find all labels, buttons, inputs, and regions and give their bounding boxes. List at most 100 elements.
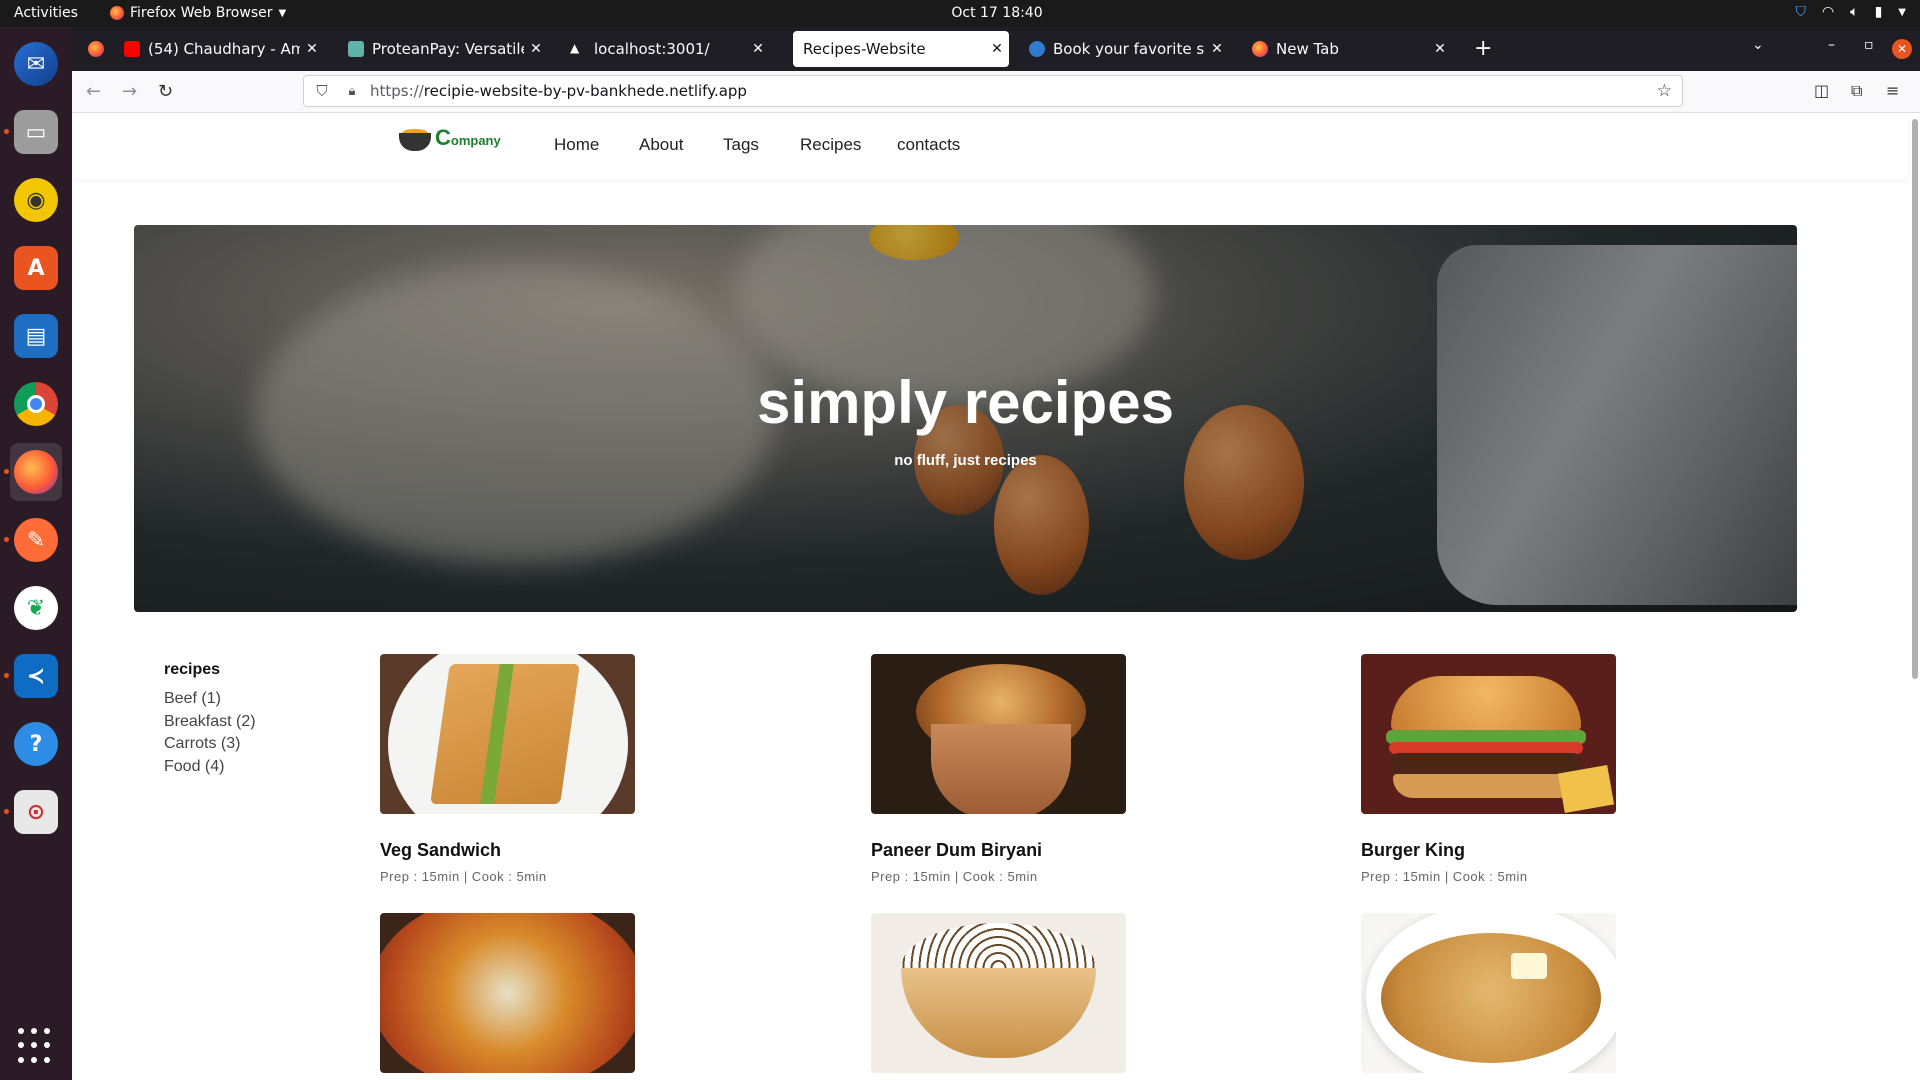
recipe-title[interactable]: Paneer Dum Biryani	[871, 840, 1126, 861]
url-text[interactable]: https://recipie-website-by-pv-bankhede.n…	[370, 82, 747, 100]
shield-icon[interactable]: ⛉	[1795, 4, 1806, 20]
hero-subtitle: no fluff, just recipes	[894, 452, 1037, 469]
system-top-bar: Activities Firefox Web Browser ▼ Oct 17 …	[0, 0, 1920, 27]
wifi-icon: ◠	[1821, 4, 1835, 20]
postman-icon: ✎	[14, 518, 58, 562]
dock-software[interactable]: A	[10, 239, 62, 297]
recipe-image-veg-sandwich[interactable]	[380, 654, 635, 814]
tab-firefox-view[interactable]	[78, 31, 108, 67]
reload-button[interactable]: ↻	[158, 81, 173, 102]
dock-rhythmbox[interactable]: ◉	[10, 171, 62, 229]
dock-postman[interactable]: ✎	[4, 511, 62, 569]
tag-link-beef[interactable]: Beef (1)	[164, 688, 256, 711]
forward-button[interactable]: →	[122, 81, 137, 102]
triangle-icon: ▲	[570, 41, 580, 55]
pocket-icon[interactable]: ◫	[1814, 81, 1829, 100]
tab-recipes-website[interactable]: Recipes-Website ✕	[793, 31, 1009, 67]
recipe-image-paneer-dum-biryani[interactable]	[871, 654, 1126, 814]
page-scrollbar[interactable]	[1912, 119, 1918, 679]
recipe-meta: Prep : 15min | Cook : 5min	[1361, 869, 1528, 884]
tracking-protection-icon[interactable]: ⛉	[314, 82, 330, 100]
dock-writer[interactable]: ▤	[10, 307, 62, 365]
dock-thunderbird[interactable]: ✉	[10, 35, 62, 93]
tab-localhost[interactable]: ▲ localhost:3001/ ✕	[560, 31, 770, 67]
url-bar[interactable]: ⛉ 🔒︎ https://recipie-website-by-pv-bankh…	[303, 75, 1683, 107]
firefox-icon	[88, 41, 104, 57]
url-host: recipie-website-by-pv-bankhede.netlify.a…	[423, 82, 747, 100]
close-icon[interactable]: ✕	[1428, 41, 1452, 57]
tab-youtube[interactable]: (54) Chaudhary - Amit Tri ✕	[114, 31, 324, 67]
nav-home[interactable]: Home	[554, 135, 599, 155]
nav-recipes[interactable]: Recipes	[800, 135, 861, 155]
dock-firefox[interactable]	[4, 443, 62, 501]
recipe-image-burger-king[interactable]	[1361, 654, 1616, 814]
recipe-title[interactable]: Veg Sandwich	[380, 840, 635, 861]
tag-link-food[interactable]: Food (4)	[164, 756, 256, 779]
power-menu-icon: ▼	[1898, 6, 1906, 18]
nav-tags[interactable]: Tags	[723, 135, 759, 155]
window-close-button[interactable]: ✕	[1892, 39, 1912, 59]
site-navbar: Company Home About Tags Recipes contacts	[72, 113, 1908, 179]
tag-link-carrots[interactable]: Carrots (3)	[164, 733, 256, 756]
new-tab-button[interactable]: +	[1474, 36, 1492, 61]
recipe-meta: Prep : 15min | Cook : 5min	[871, 869, 1038, 884]
clock[interactable]: Oct 17 18:40	[0, 5, 1920, 21]
globe-icon	[1029, 41, 1045, 57]
vscode-icon: ≺	[14, 654, 58, 698]
tab-title: (54) Chaudhary - Amit Tri	[148, 40, 300, 58]
close-icon[interactable]: ✕	[746, 41, 770, 57]
maximize-button[interactable]: ▫	[1864, 37, 1874, 53]
recipe-card[interactable]	[380, 913, 635, 1073]
hero-title: simply recipes	[757, 369, 1174, 436]
recipe-image-cake[interactable]	[871, 913, 1126, 1073]
dock-files[interactable]: ▭	[4, 103, 62, 161]
dock-chrome[interactable]	[10, 375, 62, 433]
bookmark-star-icon[interactable]: ☆	[1657, 81, 1672, 101]
libreoffice-writer-icon: ▤	[14, 314, 58, 358]
site-logo[interactable]: Company	[397, 125, 501, 151]
close-icon[interactable]: ✕	[1205, 41, 1229, 57]
recipe-card[interactable]: Veg Sandwich Prep : 15min | Cook : 5min	[380, 654, 635, 884]
tab-new-tab[interactable]: New Tab ✕	[1242, 31, 1452, 67]
recipe-image-soup[interactable]	[380, 913, 635, 1073]
recipe-card[interactable]	[871, 913, 1126, 1073]
mongodb-icon: ❦	[14, 586, 58, 630]
thunderbird-icon: ✉	[14, 42, 58, 86]
battery-icon: ▮	[1874, 4, 1883, 20]
recipe-meta: Prep : 15min | Cook : 5min	[380, 869, 547, 884]
recipe-card[interactable]: Burger King Prep : 15min | Cook : 5min	[1361, 654, 1616, 884]
extensions-icon[interactable]: ⧉	[1851, 81, 1862, 101]
menu-icon[interactable]: ≡	[1886, 81, 1899, 100]
dock-vscode[interactable]: ≺	[4, 647, 62, 705]
close-icon[interactable]: ✕	[524, 41, 548, 57]
running-indicator	[4, 537, 9, 542]
back-button[interactable]: ←	[86, 81, 101, 102]
minimize-button[interactable]: –	[1828, 37, 1835, 53]
firefox-icon	[1252, 41, 1268, 57]
recipe-card[interactable]: Paneer Dum Biryani Prep : 15min | Cook :…	[871, 654, 1126, 884]
recipe-card[interactable]	[1361, 913, 1616, 1073]
nav-contacts[interactable]: contacts	[897, 135, 960, 155]
list-all-tabs-button[interactable]: ⌄	[1752, 37, 1764, 53]
tab-proteanpay[interactable]: ProteanPay: Versatile Pay ✕	[338, 31, 548, 67]
tab-book-show[interactable]: Book your favorite show ✕	[1019, 31, 1229, 67]
system-tray[interactable]: ⛉ ◠ 🔈︎ ▮ ▼	[1795, 4, 1906, 20]
dock-document-viewer[interactable]: ⊙	[4, 783, 62, 841]
lock-icon[interactable]: 🔒︎	[344, 84, 360, 99]
show-applications-button[interactable]	[18, 1028, 54, 1064]
close-icon[interactable]: ✕	[300, 41, 324, 57]
close-icon[interactable]: ✕	[985, 41, 1009, 57]
running-indicator	[4, 129, 9, 134]
tags-heading: recipes	[164, 661, 221, 678]
tag-link-breakfast[interactable]: Breakfast (2)	[164, 711, 256, 734]
nav-about[interactable]: About	[639, 135, 683, 155]
recipe-image-paratha[interactable]	[1361, 913, 1616, 1073]
dock-mongodb-compass[interactable]: ❦	[10, 579, 62, 637]
running-indicator	[4, 673, 9, 678]
url-protocol: https://	[370, 82, 424, 100]
tab-bar: (54) Chaudhary - Amit Tri ✕ ProteanPay: …	[72, 27, 1920, 71]
firefox-window: (54) Chaudhary - Amit Tri ✕ ProteanPay: …	[72, 27, 1920, 1080]
recipe-title[interactable]: Burger King	[1361, 840, 1616, 861]
files-icon: ▭	[14, 110, 58, 154]
dock-help[interactable]: ?	[10, 715, 62, 773]
